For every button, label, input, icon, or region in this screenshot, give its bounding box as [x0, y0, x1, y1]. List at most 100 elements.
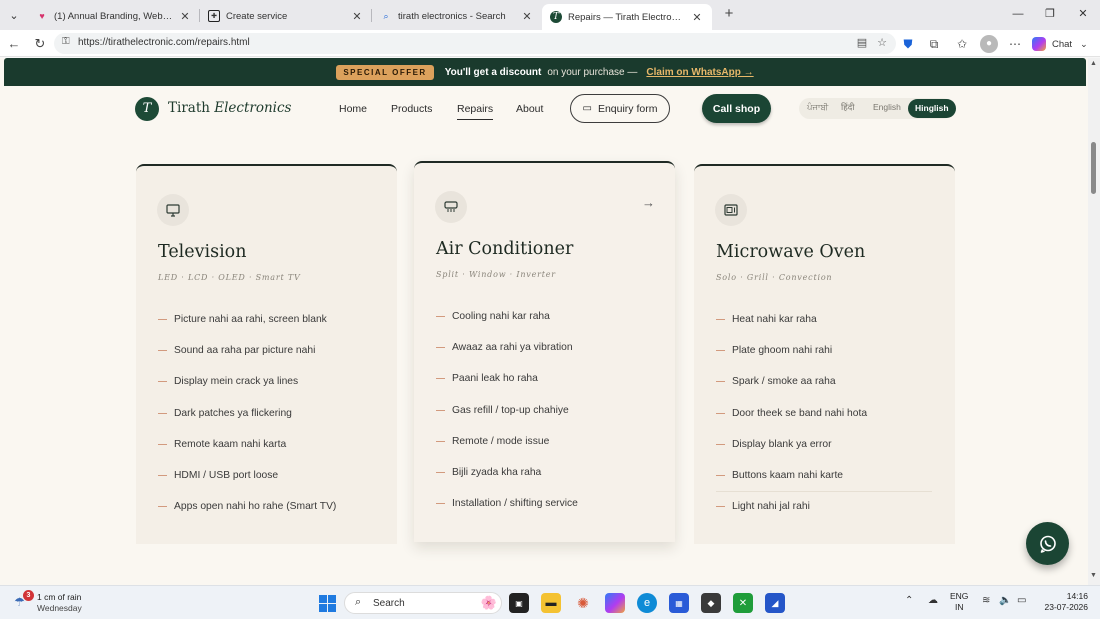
offer-headline: You'll get a discount — [444, 66, 542, 78]
lang-code: ENG — [950, 591, 969, 601]
enquiry-form-button[interactable]: ▭ Enquiry form — [570, 94, 670, 123]
language-switcher: ਪੰਜਾਬੀ हिंदी English Hinglish — [799, 98, 956, 119]
battery-icon[interactable]: ▭ — [1017, 595, 1026, 606]
close-tab-icon[interactable]: ✕ — [178, 10, 192, 23]
list-item: Spark / smoke aa raha — [716, 367, 932, 398]
tab-repairs[interactable]: T Repairs — Tirath Electronics | TV, A ✕ — [542, 4, 712, 30]
restore-icon[interactable]: ❐ — [1035, 5, 1065, 23]
edge-icon[interactable]: e — [637, 593, 657, 613]
clock-time: 14:16 — [1066, 591, 1088, 601]
input-language[interactable]: ENG IN — [950, 591, 968, 613]
shield-icon[interactable]: ⛊ — [899, 35, 917, 53]
copilot-icon — [1032, 37, 1046, 51]
search-icon: ⌕ — [355, 596, 362, 608]
issue-list: Heat nahi kar raha Plate ghoom nahi rahi… — [716, 304, 932, 523]
card-title: Microwave Oven — [716, 242, 866, 262]
chat-label: Chat — [1052, 38, 1073, 50]
card-subtitle: Split · Window · Inverter — [436, 270, 556, 279]
tab-title: Create service — [226, 10, 288, 22]
logo-wordmark[interactable]: Tirath Electronics — [168, 100, 291, 116]
system-clock[interactable]: 14:16 23-07-2026 — [1040, 591, 1088, 613]
region-code: IN — [954, 602, 964, 612]
repair-card-television[interactable]: Television LED · LCD · OLED · Smart TV P… — [136, 164, 397, 544]
list-item: Sound aa raha par picture nahi — [158, 335, 374, 366]
list-item: Picture nahi aa rahi, screen blank — [158, 304, 374, 335]
url-text[interactable]: https://tirathelectronic.com/repairs.htm… — [78, 37, 250, 48]
favorite-star-icon[interactable]: ☆ — [874, 36, 890, 51]
nav-home[interactable]: Home — [339, 103, 367, 115]
claim-whatsapp-link[interactable]: Claim on WhatsApp → — [646, 67, 753, 78]
site-header: T Tirath Electronics Home Products Repai… — [0, 86, 1088, 136]
list-item: HDMI / USB port loose — [158, 460, 374, 491]
list-item: Plate ghoom nahi rahi — [716, 335, 932, 366]
new-tab-icon[interactable]: + — [720, 5, 738, 23]
file-explorer-icon[interactable]: ▬ — [541, 593, 561, 613]
tirath-logo-icon: T — [550, 11, 562, 23]
enquiry-label: Enquiry form — [597, 102, 658, 115]
list-item: Cooling nahi kar raha — [436, 301, 652, 332]
page-scrollbar[interactable]: ▲ ▼ — [1088, 58, 1100, 585]
card-title: Television — [158, 242, 247, 262]
repair-card-air-conditioner[interactable]: → Air Conditioner Split · Window · Inver… — [414, 161, 675, 542]
browser-toolbar: ← ↻ ⚿ https://tirathelectronic.com/repai… — [0, 30, 1100, 57]
task-view-icon[interactable]: ▣ — [509, 593, 529, 613]
copilot-app-icon[interactable] — [605, 593, 625, 613]
minimize-icon[interactable]: — — [1003, 5, 1033, 23]
offer-text: on your purchase — — [547, 66, 638, 78]
lang-english[interactable]: English — [873, 102, 901, 112]
taskbar-search[interactable]: ⌕ Search 🌸 — [344, 592, 502, 614]
site-info-icon[interactable]: ⚿ — [62, 36, 70, 47]
tab-create-service[interactable]: ✚ Create service ✕ — [200, 4, 372, 28]
profile-avatar[interactable]: ● — [980, 35, 998, 53]
weather-widget[interactable]: ☂ 3 1 cm of rain Wednesday — [14, 590, 104, 616]
scroll-down-icon[interactable]: ▼ — [1090, 572, 1097, 579]
arrow-right-icon[interactable]: → — [642, 195, 655, 210]
lang-hindi[interactable]: हिंदी — [841, 102, 854, 113]
browser-tab-strip: ⌄ ♥ (1) Annual Branding, Web & Desig ✕ ✚… — [0, 0, 1100, 30]
copilot-chat-button[interactable]: Chat ⌄ — [1032, 35, 1088, 53]
refresh-icon[interactable]: ↻ — [30, 34, 50, 54]
azure-icon[interactable]: ◢ — [765, 593, 785, 613]
notification-badge: 3 — [23, 590, 34, 601]
volume-icon[interactable]: 🔈 — [999, 595, 1011, 606]
claude-icon[interactable]: ✺ — [573, 593, 593, 613]
wifi-icon[interactable]: ≋ — [982, 595, 990, 606]
favorites-icon[interactable]: ✩ — [953, 35, 971, 53]
list-item: Apps open nahi ho rahe (Smart TV) — [158, 492, 374, 523]
scroll-up-icon[interactable]: ▲ — [1090, 60, 1097, 67]
tab-list-dropdown-icon[interactable]: ⌄ — [4, 5, 24, 25]
chevron-down-icon[interactable]: ⌄ — [1080, 39, 1088, 50]
nav-repairs[interactable]: Repairs — [457, 103, 494, 120]
close-tab-icon[interactable]: ✕ — [520, 10, 534, 23]
lang-punjabi[interactable]: ਪੰਜਾਬੀ — [807, 102, 828, 113]
onedrive-icon[interactable]: ☁ — [928, 595, 938, 606]
tab-annual-branding[interactable]: ♥ (1) Annual Branding, Web & Desig ✕ — [28, 4, 200, 28]
close-window-icon[interactable]: ✕ — [1068, 5, 1098, 23]
lang-hinglish[interactable]: Hinglish — [908, 99, 956, 118]
nav-products[interactable]: Products — [391, 103, 432, 115]
app-cube-icon[interactable]: ◆ — [701, 593, 721, 613]
scroll-thumb[interactable] — [1091, 142, 1096, 194]
issue-list: Cooling nahi kar raha Awaaz aa rahi ya v… — [436, 301, 652, 520]
repair-card-microwave[interactable]: Microwave Oven Solo · Grill · Convection… — [694, 164, 955, 544]
more-menu-icon[interactable]: ⋯ — [1006, 35, 1024, 53]
show-hidden-icons-icon[interactable]: ⌃ — [905, 595, 913, 606]
reader-view-icon[interactable]: ▤ — [854, 36, 870, 51]
extensions-icon[interactable]: ⧉ — [925, 35, 943, 53]
logo-icon[interactable]: T — [135, 97, 159, 121]
close-tab-icon[interactable]: ✕ — [690, 11, 704, 24]
list-item: Installation / shifting service — [436, 489, 652, 520]
clock-date: 23-07-2026 — [1044, 602, 1088, 612]
call-shop-button[interactable]: Call shop — [702, 94, 771, 123]
back-icon[interactable]: ← — [4, 34, 24, 54]
nav-about[interactable]: About — [516, 103, 543, 115]
whatsapp-button[interactable] — [1026, 522, 1069, 565]
start-button[interactable] — [319, 595, 336, 612]
address-bar[interactable]: ⚿ https://tirathelectronic.com/repairs.h… — [54, 33, 896, 54]
list-item: Buttons kaam nahi karte — [716, 460, 932, 492]
tab-search[interactable]: ⌕ tirath electronics - Search ✕ — [372, 4, 542, 28]
xbox-icon[interactable]: ✕ — [733, 593, 753, 613]
list-item: Remote kaam nahi karta — [158, 429, 374, 460]
close-tab-icon[interactable]: ✕ — [350, 10, 364, 23]
store-icon[interactable]: ▦ — [669, 593, 689, 613]
